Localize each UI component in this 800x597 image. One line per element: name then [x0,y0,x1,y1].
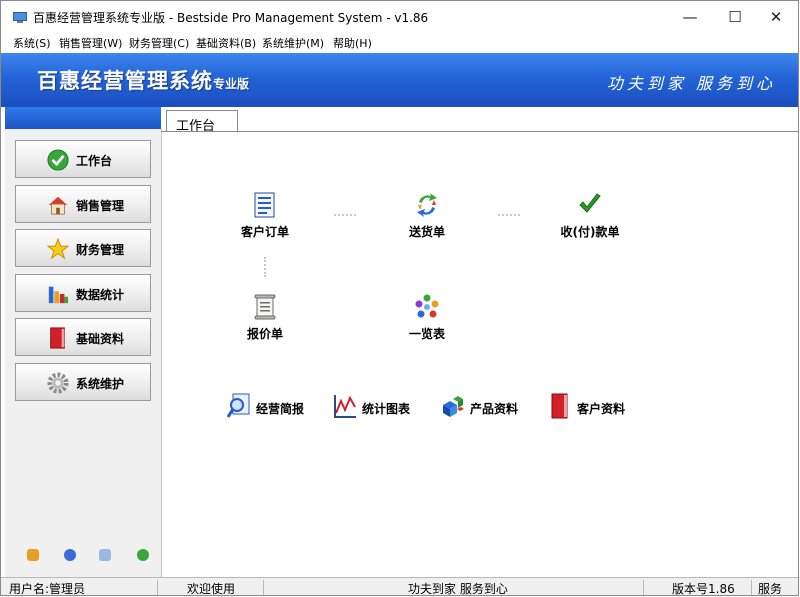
banner-slogan: 功夫到家 服务到心 [606,74,776,93]
nav-finance-button[interactable]: 财务管理 [15,229,151,267]
magnifier-report-icon [227,393,250,418]
header-banner: 百惠经营管理系统专业版 功夫到家 服务到心 [1,53,798,107]
nav-workbench-button[interactable]: 工作台 [15,140,151,178]
quick-product-data[interactable]: 产品资料 [441,393,531,421]
maximize-button[interactable]: ☐ [713,1,757,33]
menu-help[interactable]: 帮助(H) [333,35,372,51]
status-welcome: 欢迎使用 [187,582,236,596]
close-button[interactable]: ✕ [754,1,798,33]
minimize-button[interactable]: — [668,1,712,33]
app-window: 百惠经营管理系统专业版 - Bestside Pro Management Sy… [0,0,799,596]
bar-chart-icon [48,286,69,304]
status-divider [157,580,158,595]
quick-label: 产品资料 [470,402,519,416]
menu-finance[interactable]: 财务管理(C) [129,35,189,51]
quick-statistics-chart[interactable]: 统计图表 [333,393,423,421]
star-icon [46,238,70,260]
nav-label: 工作台 [76,154,113,168]
menu-sales[interactable]: 销售管理(W) [59,35,122,51]
brand-title: 百惠经营管理系统专业版 [37,65,249,95]
quick-business-report[interactable]: 经营简报 [227,393,317,421]
flow-connector [498,214,520,216]
check-circle-icon [47,149,69,171]
brand-name: 百惠经营管理系统 [37,69,213,93]
clock-icon[interactable] [64,549,76,561]
flow-connector [334,214,356,216]
nav-label: 基础资料 [76,332,125,346]
flow-label: 一览表 [408,327,445,341]
green-check-icon [579,193,601,213]
status-divider [643,580,644,595]
status-user: 用户名:管理员 [9,582,86,596]
status-service: 服务 [758,582,783,596]
status-divider [751,580,752,595]
status-version: 版本号1.86 [672,582,735,596]
flow-label: 报价单 [246,327,283,341]
nav-label: 财务管理 [76,243,125,257]
flow-label: 客户订单 [240,225,289,239]
left-nav-panel: 工作台 销售管理 财务管理 数据统计 基础资料 系统维护 [5,107,162,577]
gear-icon [47,372,69,394]
red-book-icon [50,327,65,349]
menu-maintenance[interactable]: 系统维护(M) [262,35,324,51]
nav-statistics-button[interactable]: 数据统计 [15,274,151,312]
app-monitor-icon [13,12,27,23]
recycle-arrows-icon [417,193,437,217]
nav-label: 系统维护 [76,377,125,391]
line-chart-icon [334,395,356,418]
nav-label: 销售管理 [76,199,125,213]
status-slogan: 功夫到家 服务到心 [408,582,508,596]
customer-book-icon [551,393,568,419]
nav-sales-button[interactable]: 销售管理 [15,185,151,223]
search-window-icon[interactable] [99,549,111,561]
house-icon [48,196,68,215]
nav-header-strip [5,107,161,129]
flow-overview[interactable]: 一览表 [382,294,472,342]
nav-basic-data-button[interactable]: 基础资料 [15,318,151,356]
circle-dots-icon [415,294,439,318]
flow-label: 送货单 [408,225,445,239]
menu-system[interactable]: 系统(S) [13,35,51,51]
quick-label: 统计图表 [362,402,411,416]
nav-label: 数据统计 [76,288,125,302]
menu-basic-data[interactable]: 基础资料(B) [196,35,256,51]
flow-payment-receipt[interactable]: 收(付)款单 [545,192,635,240]
key-icon[interactable] [27,549,39,561]
tab-workbench[interactable]: 工作台 [166,110,238,134]
quick-label: 客户资料 [577,402,626,416]
quick-label: 经营简报 [256,402,305,416]
scroll-document-icon [254,294,276,320]
status-bar: 用户名:管理员 欢迎使用 功夫到家 服务到心 版本号1.86 服务 [1,577,798,596]
back-arrow-icon[interactable] [137,549,149,561]
product-cubes-icon [443,396,464,417]
flow-quotation[interactable]: 报价单 [220,294,310,342]
title-bar[interactable]: 百惠经营管理系统专业版 - Bestside Pro Management Sy… [1,1,798,33]
flow-customer-order[interactable]: 客户订单 [220,192,310,240]
flow-delivery-note[interactable]: 送货单 [382,192,472,240]
status-divider [263,580,264,595]
flow-label: 收(付)款单 [560,225,620,239]
window-title: 百惠经营管理系统专业版 - Bestside Pro Management Sy… [33,11,429,25]
nav-maintenance-button[interactable]: 系统维护 [15,363,151,401]
menu-bar: 系统(S) 销售管理(W) 财务管理(C) 基础资料(B) 系统维护(M) 帮助… [1,33,798,53]
brand-edition: 专业版 [213,77,250,91]
quick-customer-data[interactable]: 客户资料 [548,393,638,421]
flow-connector [264,257,266,277]
order-document-icon [254,192,275,218]
tab-strip [161,107,798,129]
